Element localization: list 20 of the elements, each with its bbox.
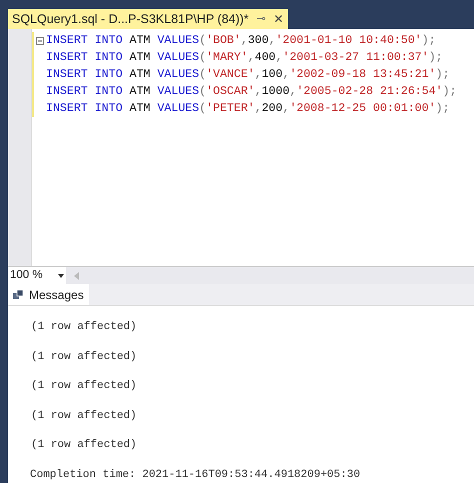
close-button[interactable]: ✕ (274, 10, 284, 28)
message-line: (1 row affected) (31, 350, 137, 362)
results-tab[interactable]: Messages (8, 284, 89, 305)
collapse-icon[interactable] (36, 36, 44, 44)
caret-icon (58, 274, 64, 278)
message-line: (1 row affected) (31, 410, 137, 422)
code-line: INSERT INTO ATM VALUES('OSCAR',1000,'2005-02-28 21:26:54'); (46, 84, 457, 100)
document-tab[interactable]: SQLQuery1.sql - D...P-S3KL81P\HP (84))* ⊸ ✕ (8, 9, 288, 29)
completion-time: Completion time: 2021-11-16T09:53:44.4918209+05:30 (30, 468, 362, 482)
code-line: INSERT INTO ATM VALUES('BOB',300,'2001-01-10 10:40:50'); (46, 32, 436, 49)
message-line: (1 row affected) (31, 439, 137, 451)
code-line: INSERT INTO ATM VALUES('VANCE',100,'2002-09-18 13:45:21'); (46, 66, 450, 83)
zoom-dropdown[interactable]: 100 % (8, 267, 66, 284)
message-line: (1 row affected) (31, 380, 137, 392)
code-line: INSERT INTO ATM VALUES('PETER',200,'2008-12-25 00:01:00'); (46, 100, 450, 117)
message-line: (1 row affected) (31, 321, 137, 333)
code-line: INSERT INTO ATM VALUES('MARY',400,'2001-03-27 11:00:37'); (46, 50, 443, 66)
pin-button[interactable]: ⊸ (256, 10, 266, 28)
tab-title: SQLQuery1.sql - D...P-S3KL81P\HP (84))* (12, 10, 249, 28)
messages-icon (13, 290, 24, 300)
